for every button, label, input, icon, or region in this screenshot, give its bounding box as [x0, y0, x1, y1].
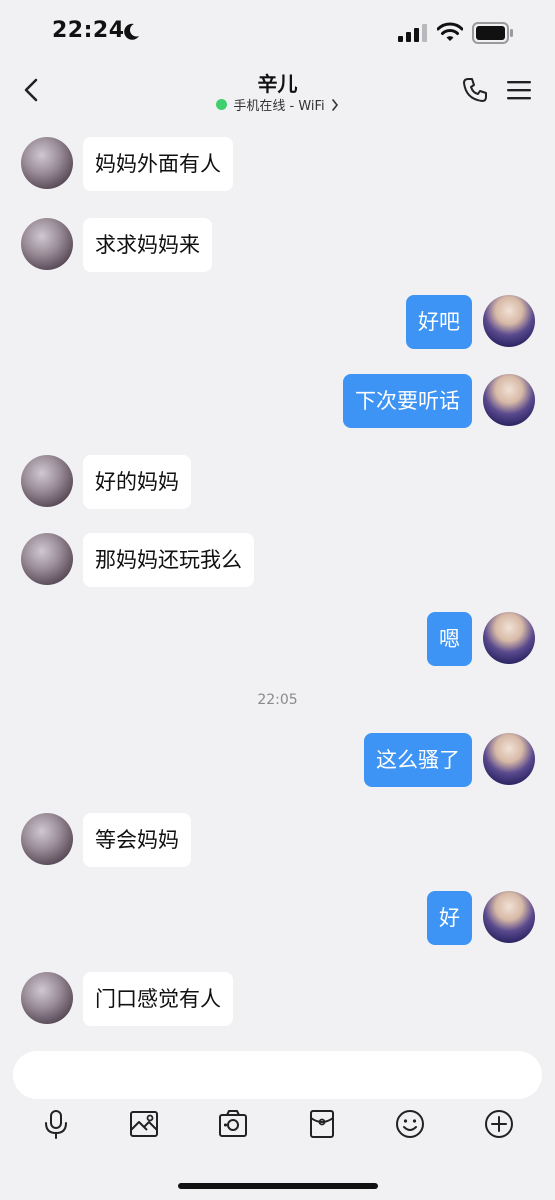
composer-toolbar [0, 1108, 555, 1148]
contact-avatar[interactable] [21, 533, 73, 585]
contact-avatar[interactable] [21, 455, 73, 507]
message-row: 嗯 [0, 612, 555, 666]
wifi-icon [437, 22, 463, 41]
message-bubble-incoming[interactable]: 等会妈妈 [83, 813, 191, 867]
message-bubble-outgoing[interactable]: 好 [427, 891, 472, 945]
emoji-icon[interactable] [394, 1108, 426, 1140]
message-timestamp: 22:05 [257, 692, 298, 708]
message-row: 求求妈妈来 [0, 218, 555, 272]
message-row: 这么骚了 [0, 733, 555, 787]
online-status-dot [216, 99, 228, 110]
self-avatar[interactable] [483, 733, 535, 785]
self-avatar[interactable] [483, 891, 535, 943]
message-bubble-incoming[interactable]: 门口感觉有人 [83, 972, 233, 1026]
self-avatar[interactable] [483, 612, 535, 664]
plus-icon[interactable] [483, 1108, 515, 1140]
message-row: 好 [0, 891, 555, 945]
message-bubble-outgoing[interactable]: 好吧 [406, 295, 472, 349]
status-time: 22:24 [52, 18, 125, 43]
red-packet-icon[interactable] [306, 1108, 338, 1140]
message-list[interactable]: 妈妈外面有人 求求妈妈来 好吧 下次要听话 好的妈妈 那妈妈还玩我么 嗯 22:… [0, 118, 555, 1040]
chat-header: 辛儿 手机在线 - WiFi [0, 66, 555, 118]
message-bubble-incoming[interactable]: 妈妈外面有人 [83, 137, 233, 191]
message-row: 妈妈外面有人 [0, 137, 555, 191]
moon-icon [124, 23, 139, 40]
chevron-right-icon [331, 98, 338, 111]
battery-icon [472, 22, 513, 44]
camera-icon[interactable] [217, 1108, 249, 1140]
image-icon[interactable] [128, 1108, 160, 1140]
message-bubble-outgoing[interactable]: 嗯 [427, 612, 472, 666]
message-bubble-incoming[interactable]: 那妈妈还玩我么 [83, 533, 254, 587]
contact-avatar[interactable] [21, 813, 73, 865]
contact-status-text: 手机在线 - WiFi [233, 99, 325, 114]
self-avatar[interactable] [483, 374, 535, 426]
contact-avatar[interactable] [21, 137, 73, 189]
message-bubble-incoming[interactable]: 好的妈妈 [83, 455, 191, 509]
status-bar: 22:24 [0, 0, 555, 66]
message-row: 那妈妈还玩我么 [0, 533, 555, 587]
menu-icon[interactable] [506, 79, 532, 101]
contact-avatar[interactable] [21, 972, 73, 1024]
message-bubble-outgoing[interactable]: 下次要听话 [343, 374, 472, 428]
message-row: 等会妈妈 [0, 813, 555, 867]
message-row: 门口感觉有人 [0, 972, 555, 1026]
message-bubble-incoming[interactable]: 求求妈妈来 [83, 218, 212, 272]
cellular-signal-icon [398, 24, 427, 42]
contact-avatar[interactable] [21, 218, 73, 270]
composer [0, 1040, 555, 1200]
phone-icon[interactable] [461, 76, 489, 104]
message-input[interactable] [13, 1051, 542, 1099]
message-bubble-outgoing[interactable]: 这么骚了 [364, 733, 472, 787]
self-avatar[interactable] [483, 295, 535, 347]
home-indicator[interactable] [178, 1183, 378, 1189]
message-row: 好的妈妈 [0, 455, 555, 509]
message-row: 好吧 [0, 295, 555, 349]
message-row: 下次要听话 [0, 374, 555, 428]
microphone-icon[interactable] [40, 1108, 72, 1140]
